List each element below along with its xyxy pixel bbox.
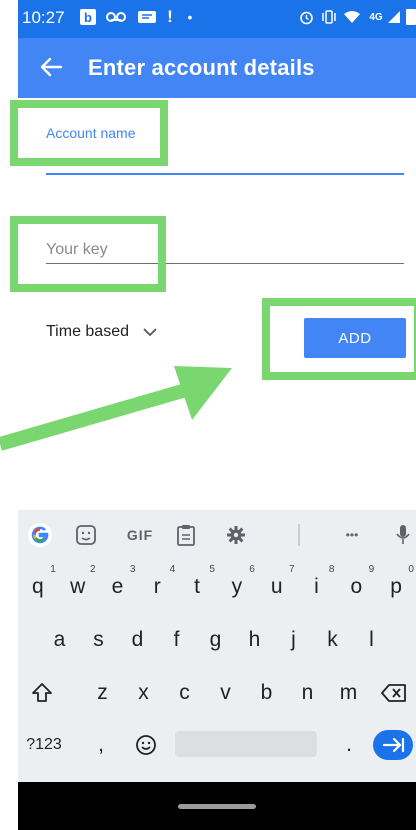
key-label: p	[390, 575, 402, 598]
key-f[interactable]: f	[157, 615, 196, 665]
annotation-arrow-icon	[0, 366, 232, 451]
key-number-hint: 4	[169, 564, 176, 575]
key-k[interactable]: k	[313, 615, 352, 665]
key-type-dropdown[interactable]: Time based	[46, 323, 157, 341]
sticker-icon[interactable]	[70, 520, 102, 550]
key-number-hint: 9	[368, 564, 375, 575]
key-e[interactable]: e3	[98, 562, 138, 612]
toolbar-divider	[298, 524, 300, 546]
keyboard-toolbar: GIF •••	[18, 510, 416, 560]
key-a[interactable]: a	[40, 615, 79, 665]
enter-key[interactable]	[373, 730, 413, 760]
key-type-value: Time based	[46, 323, 129, 340]
key-b[interactable]: b	[246, 668, 287, 718]
network-type-text: 4G	[369, 11, 383, 23]
vibrate-icon	[320, 9, 338, 25]
status-time: 10:27	[22, 8, 65, 27]
key-label: t	[194, 575, 200, 598]
key-number-hint: 3	[129, 564, 136, 575]
comma-key[interactable]: ,	[86, 720, 116, 770]
key-number-hint: 0	[408, 564, 414, 575]
more-options-icon[interactable]: •••	[332, 520, 372, 550]
key-u[interactable]: u7	[257, 562, 297, 612]
keyboard-row-4: ?123 , .	[18, 720, 416, 770]
notification-b-icon: b	[80, 9, 96, 25]
google-g-icon[interactable]	[24, 520, 56, 550]
key-w[interactable]: w2	[58, 562, 98, 612]
key-t[interactable]: t5	[177, 562, 217, 612]
chat-notification-icon	[136, 9, 158, 25]
key-label: e	[111, 575, 124, 598]
space-key[interactable]	[175, 731, 317, 757]
key-l[interactable]: l	[352, 615, 391, 665]
highlight-box-add-button	[262, 298, 416, 380]
keyboard-row-2: asdfghjkl	[18, 615, 416, 665]
account-name-underline	[46, 173, 404, 175]
key-p[interactable]: p0	[376, 562, 416, 612]
key-number-hint: 6	[249, 564, 255, 575]
navigation-bar	[18, 782, 416, 830]
key-h[interactable]: h	[235, 615, 274, 665]
key-r[interactable]: r4	[137, 562, 177, 612]
key-number-hint: 2	[90, 564, 96, 575]
keyboard-row-1: q1w2e3r4t5y6u7i8o9p0	[18, 562, 416, 612]
key-label: q	[32, 575, 44, 598]
key-label: w	[70, 575, 86, 598]
period-key[interactable]: .	[334, 720, 364, 770]
enter-arrow-icon	[382, 737, 405, 753]
clipboard-icon[interactable]	[170, 520, 202, 550]
key-label: y	[231, 575, 243, 598]
status-bar: 10:27 b ! • 4G	[18, 0, 416, 38]
gif-button[interactable]: GIF	[116, 520, 164, 550]
key-d[interactable]: d	[118, 615, 157, 665]
more-notifications-icon: •	[187, 9, 193, 25]
key-n[interactable]: n	[287, 668, 328, 718]
key-c[interactable]: c	[164, 668, 205, 718]
signal-icon	[386, 9, 402, 25]
backspace-key[interactable]	[372, 668, 416, 718]
settings-gear-icon[interactable]	[220, 520, 252, 550]
keyboard: GIF ••• q1w2e3r4t5y6u7i8o9p0 asdfghjkl z…	[18, 510, 416, 782]
alarm-icon	[298, 9, 314, 25]
home-gesture-pill[interactable]	[178, 804, 256, 809]
key-label: r	[153, 575, 161, 598]
key-m[interactable]: m	[328, 668, 369, 718]
key-v[interactable]: v	[205, 668, 246, 718]
key-i[interactable]: i8	[297, 562, 337, 612]
highlight-box-key-field	[10, 216, 166, 292]
key-y[interactable]: y6	[217, 562, 257, 612]
key-g[interactable]: g	[196, 615, 235, 665]
key-j[interactable]: j	[274, 615, 313, 665]
highlight-box-account-name	[10, 100, 168, 166]
key-x[interactable]: x	[123, 668, 164, 718]
key-number-hint: 5	[209, 564, 215, 575]
key-label: i	[314, 575, 319, 598]
key-number-hint: 7	[289, 564, 295, 575]
key-number-hint: 8	[328, 564, 335, 575]
key-o[interactable]: o9	[336, 562, 376, 612]
chevron-down-icon	[143, 328, 157, 337]
voicemail-icon	[104, 9, 128, 25]
back-arrow-icon[interactable]	[36, 52, 66, 82]
page-title: Enter account details	[88, 55, 315, 80]
shift-key[interactable]	[22, 668, 62, 718]
key-z[interactable]: z	[82, 668, 123, 718]
emoji-key[interactable]	[126, 720, 166, 770]
key-number-hint: 1	[50, 564, 56, 575]
wifi-icon	[343, 9, 361, 25]
microphone-icon[interactable]	[390, 520, 416, 550]
keyboard-row-3: zxcvbnm	[18, 668, 416, 718]
key-label: o	[350, 575, 363, 598]
app-bar: Enter account details	[18, 38, 416, 98]
key-label: u	[270, 575, 283, 598]
symbols-key[interactable]: ?123	[20, 720, 68, 770]
battery-icon	[406, 9, 416, 25]
key-q[interactable]: q1	[18, 562, 58, 612]
alert-icon: !	[167, 7, 173, 26]
key-s[interactable]: s	[79, 615, 118, 665]
